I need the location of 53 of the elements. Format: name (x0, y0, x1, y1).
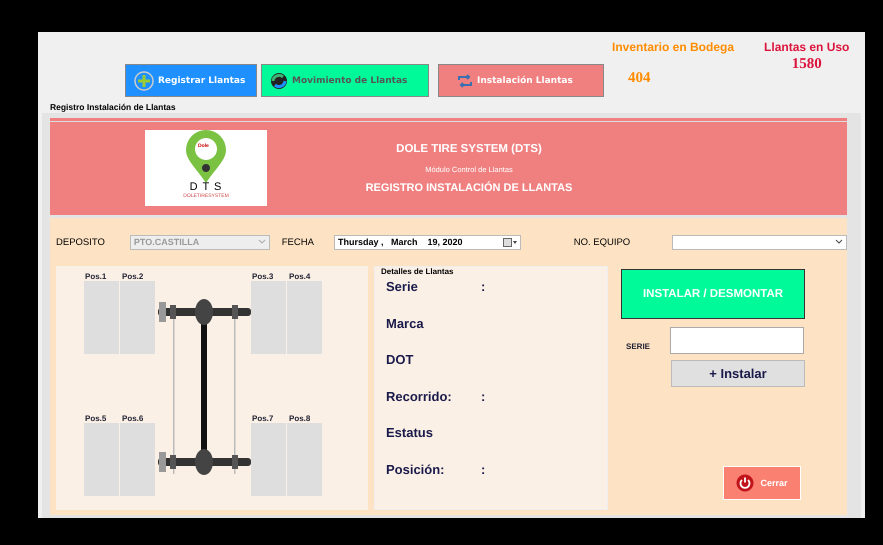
logo-title: D T S (190, 182, 222, 193)
tire-slot[interactable] (287, 423, 322, 496)
field-label: Estatus (386, 425, 434, 442)
counter-title: Inventario en Bodega (612, 40, 734, 54)
group-title: Registro Instalación de Llantas (50, 102, 176, 112)
tire-slot[interactable] (287, 281, 322, 354)
position-label: Pos.4 (288, 272, 312, 281)
power-icon (736, 474, 754, 492)
equipo-label: NO. EQUIPO (574, 236, 630, 248)
position-label: Pos.3 (251, 272, 274, 281)
tire-slot[interactable] (84, 423, 119, 496)
position-label: Pos.5 (84, 414, 108, 423)
tire-slot[interactable] (251, 423, 286, 496)
nav-button[interactable]: Instalación Llantas (438, 64, 604, 97)
close-button[interactable]: Cerrar (723, 466, 801, 500)
nav-button[interactable]: Registrar Llantas (125, 64, 257, 97)
cycle-icon (270, 72, 288, 90)
calendar-icon (502, 238, 517, 246)
field-label: Posición: (386, 462, 446, 478)
field-separator: : (481, 462, 486, 478)
field-label: Serie (386, 279, 419, 296)
plus-icon (134, 70, 154, 90)
app-title: DOLE TIRE SYSTEM (DTS) (396, 142, 542, 154)
serie-input[interactable] (670, 327, 804, 354)
field-label: Marca (386, 316, 425, 332)
deposito-label: DEPOSITO (56, 236, 105, 248)
counter-value: 1580 (792, 56, 822, 73)
field-label: DOT (386, 352, 414, 369)
date-picker[interactable]: Thursday , March 19, 2020 (334, 234, 521, 250)
field-separator: : (481, 279, 486, 296)
tire-slot[interactable] (120, 281, 155, 354)
field-label: Recorrido: (386, 388, 453, 406)
page-heading: REGISTRO INSTALACIÓN DE LLANTAS (366, 182, 572, 194)
tire-slot[interactable] (84, 281, 119, 354)
position-label: Pos.8 (288, 414, 312, 423)
field-separator: : (481, 388, 486, 406)
chevron-down-icon (258, 239, 266, 245)
tire-slot[interactable] (120, 423, 155, 496)
position-label: Pos.1 (84, 272, 108, 281)
install-button[interactable]: + Instalar (671, 360, 805, 387)
tire-slot[interactable] (251, 281, 286, 354)
fecha-label: FECHA (282, 236, 314, 248)
swap-icon (457, 74, 473, 88)
position-label: Pos.2 (121, 272, 144, 281)
serie-label: SERIE (625, 342, 652, 351)
position-label: Pos.7 (251, 414, 274, 423)
position-label: Pos.6 (121, 414, 144, 423)
details-legend: Detalles de Llantas (381, 267, 454, 276)
counter-value: 404 (628, 70, 650, 87)
chevron-down-icon (834, 239, 843, 245)
counter-title: Llantas en Uso (764, 40, 850, 54)
nav-button[interactable]: Movimiento de Llantas (261, 64, 429, 97)
equipo-dropdown[interactable] (672, 234, 847, 250)
